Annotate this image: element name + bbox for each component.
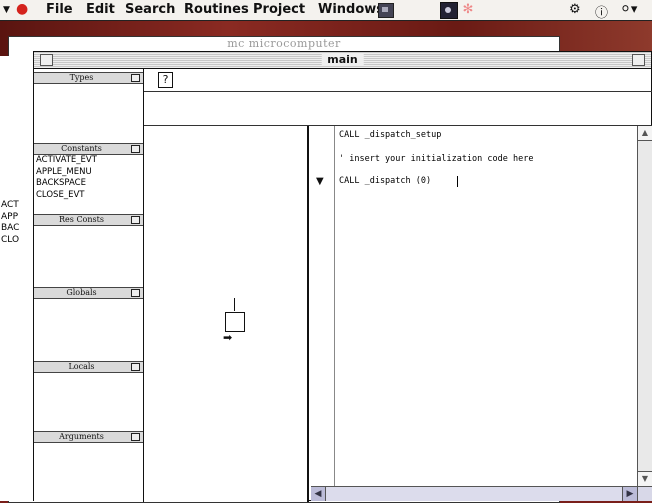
menu-edit[interactable]: Edit [86, 2, 115, 17]
code-gutter: ▼ [311, 126, 335, 486]
arguments-toggle-icon[interactable] [131, 433, 140, 441]
main-window-title: main [321, 53, 364, 66]
app-switch-icon[interactable]: ⚙ [569, 2, 581, 17]
zoom-box-icon[interactable] [632, 54, 645, 66]
globals-label: Globals [66, 288, 97, 297]
types-toggle-icon[interactable] [131, 74, 140, 82]
list-item[interactable]: APP [1, 212, 19, 224]
flowchart-pane[interactable]: ➡ [144, 126, 309, 502]
menu-project[interactable]: Project [253, 2, 305, 17]
palette-column: Types Constants ACTIVATE_EVT APPLE_MENU … [34, 69, 144, 502]
help-button[interactable]: ? [158, 72, 173, 88]
list-item[interactable]: CLO [1, 235, 19, 247]
menu-routines[interactable]: Routines [184, 2, 249, 17]
help-icon[interactable]: ⓘ [595, 2, 608, 21]
res-consts-header[interactable]: Res Consts [34, 214, 143, 226]
types-label: Types [69, 73, 94, 82]
menu-triangle-icon[interactable]: ▼ [3, 5, 10, 15]
code-line[interactable]: CALL _dispatch_setup [339, 130, 441, 140]
back-window-strip[interactable]: ACT APP BAC CLO [0, 56, 35, 501]
list-item[interactable]: BAC [1, 223, 19, 235]
apple-menu-icon[interactable]: ● [16, 1, 28, 17]
application-icon[interactable] [440, 2, 458, 19]
disclosure-triangle-icon[interactable]: ▼ [316, 176, 324, 187]
sparkle-icon[interactable]: ✻ [460, 2, 476, 17]
code-line[interactable]: ' insert your initialization code here [339, 154, 533, 164]
menu-windows[interactable]: Windows [318, 2, 384, 17]
menu-file[interactable]: File [46, 2, 73, 17]
back-window-title: mc microcomputer [227, 37, 341, 50]
menubar: ▼ ● File Edit Search Routines Project Wi… [0, 0, 652, 21]
flow-node[interactable] [225, 312, 245, 332]
vertical-scrollbar[interactable]: ▲ ▼ [637, 126, 652, 486]
list-item[interactable]: APPLE_MENU [36, 167, 97, 179]
window-menu-icon[interactable] [378, 3, 394, 18]
scroll-up-icon[interactable]: ▲ [638, 126, 652, 141]
globals-toggle-icon[interactable] [131, 289, 140, 297]
resize-grip-icon[interactable] [637, 486, 652, 501]
locals-header[interactable]: Locals [34, 361, 143, 373]
scroll-left-icon[interactable]: ◀ [311, 487, 326, 501]
scroll-down-icon[interactable]: ▼ [638, 471, 652, 486]
res-consts-label: Res Consts [59, 215, 104, 224]
constants-label: Constants [61, 144, 102, 153]
constants-list: ACTIVATE_EVT APPLE_MENU BACKSPACE CLOSE_… [36, 155, 97, 201]
arguments-label: Arguments [59, 432, 104, 441]
constants-toggle-icon[interactable] [131, 145, 140, 153]
locals-label: Locals [68, 362, 95, 371]
menu-search[interactable]: Search [125, 2, 175, 17]
toolbar-divider [144, 91, 652, 92]
close-box-icon[interactable] [40, 54, 53, 66]
balloon-icon[interactable]: ⚪▾ [620, 2, 637, 17]
res-consts-toggle-icon[interactable] [131, 216, 140, 224]
types-header[interactable]: Types [34, 72, 143, 84]
flow-connector [234, 298, 235, 311]
back-window-list: ACT APP BAC CLO [1, 200, 19, 246]
list-item[interactable]: ACTIVATE_EVT [36, 155, 97, 167]
scroll-right-icon[interactable]: ▶ [622, 487, 637, 501]
main-titlebar[interactable]: main [34, 52, 651, 69]
globals-header[interactable]: Globals [34, 287, 143, 299]
main-window: main Types Constants ACTIVATE_EVT APPLE_… [33, 51, 652, 502]
arguments-header[interactable]: Arguments [34, 431, 143, 443]
list-item[interactable]: ACT [1, 200, 19, 212]
code-line[interactable]: CALL _dispatch (0) [339, 176, 431, 186]
list-item[interactable]: CLOSE_EVT [36, 190, 97, 202]
list-item[interactable]: BACKSPACE [36, 178, 97, 190]
text-cursor [457, 176, 458, 187]
horizontal-scrollbar[interactable]: ◀ ▶ [311, 486, 637, 501]
code-editor[interactable]: ▼ CALL _dispatch_setup ' insert your ini… [311, 126, 637, 486]
constants-header[interactable]: Constants [34, 143, 143, 155]
flow-arrow-icon: ➡ [223, 331, 233, 344]
locals-toggle-icon[interactable] [131, 363, 140, 371]
